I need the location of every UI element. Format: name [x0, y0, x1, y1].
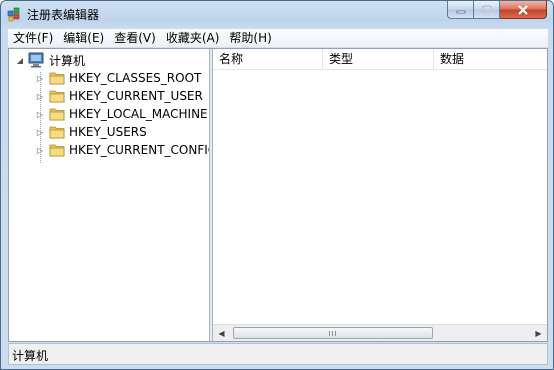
main-content: ◢ 计算机 ▷ HKEY_CLASSES_ROOT ▷ HKEY_CURRENT… [8, 48, 548, 342]
expand-arrow-icon[interactable]: ▷ [35, 127, 45, 137]
close-icon [518, 4, 528, 15]
tree-item-label: 计算机 [49, 53, 86, 68]
tree-item-label: HKEY_CURRENT_USER [69, 89, 203, 103]
collapse-arrow-icon[interactable]: ◢ [15, 55, 25, 65]
tree-item-hkey-local-machine[interactable]: ▷ HKEY_LOCAL_MACHINE [35, 105, 208, 123]
tree-item-computer[interactable]: ◢ 计算机 [15, 51, 85, 69]
close-button[interactable] [500, 1, 547, 19]
registry-editor-window: 注册表编辑器 文件(F) 编辑(E) 查看(V) 收藏夹(A) 帮助(H) ◢ [0, 0, 554, 370]
tree-item-label: HKEY_USERS [69, 125, 147, 139]
tree-item-hkey-current-user[interactable]: ▷ HKEY_CURRENT_USER [35, 87, 203, 105]
registry-editor-icon [7, 7, 20, 22]
menu-help[interactable]: 帮助(H) [224, 29, 276, 47]
title-bar[interactable]: 注册表编辑器 [1, 1, 553, 28]
folder-icon [49, 72, 65, 85]
menu-favorites[interactable]: 收藏夹(A) [161, 29, 225, 47]
horizontal-scrollbar[interactable]: ◀ ▶ [213, 324, 547, 341]
menu-file[interactable]: 文件(F) [8, 29, 58, 47]
expand-arrow-icon[interactable]: ▷ [35, 145, 45, 155]
tree-item-hkey-classes-root[interactable]: ▷ HKEY_CLASSES_ROOT [35, 69, 201, 87]
window-title: 注册表编辑器 [27, 8, 100, 22]
scroll-right-button[interactable]: ▶ [530, 325, 547, 341]
tree-item-label: HKEY_LOCAL_MACHINE [69, 107, 208, 121]
computer-icon [28, 52, 44, 68]
tree-item-hkey-users[interactable]: ▷ HKEY_USERS [35, 123, 147, 141]
column-type[interactable]: 类型 [323, 49, 434, 69]
menu-view[interactable]: 查看(V) [109, 29, 161, 47]
folder-icon [49, 108, 65, 121]
folder-icon [49, 144, 65, 157]
maximize-icon [481, 5, 492, 14]
arrow-left-icon: ◀ [218, 328, 225, 338]
grip-icon [329, 331, 337, 336]
status-path: 计算机 [12, 349, 49, 363]
tree-item-label: HKEY_CLASSES_ROOT [69, 71, 202, 85]
column-name[interactable]: 名称 [213, 49, 323, 69]
column-header: 名称 类型 数据 [213, 49, 547, 70]
expand-arrow-icon[interactable]: ▷ [35, 73, 45, 83]
column-data[interactable]: 数据 [434, 49, 547, 69]
minimize-icon [456, 10, 465, 13]
tree-item-label: HKEY_CURRENT_CONFIG [69, 143, 218, 157]
registry-tree[interactable]: ◢ 计算机 ▷ HKEY_CLASSES_ROOT ▷ HKEY_CURRENT… [9, 49, 217, 341]
values-list[interactable]: 名称 类型 数据 ◀ ▶ [213, 49, 547, 341]
scroll-thumb[interactable] [233, 327, 433, 339]
scroll-left-button[interactable]: ◀ [213, 325, 230, 341]
status-bar: 计算机 [8, 343, 548, 365]
tree-item-hkey-current-config[interactable]: ▷ HKEY_CURRENT_CONFIG [35, 141, 217, 159]
minimize-button[interactable] [447, 1, 474, 19]
menu-bar: 文件(F) 编辑(E) 查看(V) 收藏夹(A) 帮助(H) [8, 29, 548, 48]
maximize-button[interactable] [474, 1, 500, 19]
expand-arrow-icon[interactable]: ▷ [35, 91, 45, 101]
folder-icon [49, 126, 65, 139]
caption-buttons [447, 1, 547, 21]
expand-arrow-icon[interactable]: ▷ [35, 109, 45, 119]
arrow-right-icon: ▶ [535, 328, 542, 338]
menu-edit[interactable]: 编辑(E) [58, 29, 109, 47]
folder-icon [49, 90, 65, 103]
